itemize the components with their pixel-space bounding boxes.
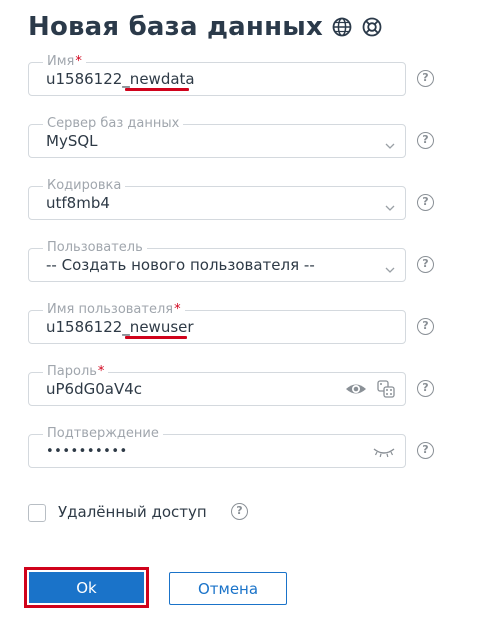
user-label: Пользователь <box>43 240 147 256</box>
user-help-icon[interactable]: ? <box>417 256 434 273</box>
db-server-value: MySQL <box>46 132 98 150</box>
password-value: uP6dG0aV4c <box>46 380 143 398</box>
username-value: u1586122_newuser <box>46 318 194 336</box>
db-name-value: u1586122_newdata <box>46 70 195 88</box>
db-name-input[interactable]: Имя* u1586122_newdata <box>28 54 406 96</box>
dice-generate-icon[interactable] <box>377 380 395 398</box>
encoding-value: utf8mb4 <box>46 194 110 212</box>
page-title: Новая база данных <box>28 12 323 42</box>
db-server-label: Сервер баз данных <box>43 116 184 132</box>
user-select[interactable]: Пользователь -- Создать нового пользоват… <box>28 240 406 282</box>
confirm-password-input[interactable]: Подтверждение •••••••••• <box>28 426 406 468</box>
password-label: Пароль* <box>43 364 109 380</box>
password-input[interactable]: Пароль* uP6dG0aV4c <box>28 364 406 406</box>
username-label: Имя пользователя* <box>43 302 185 318</box>
encoding-select[interactable]: Кодировка utf8mb4 <box>28 178 406 220</box>
password-help-icon[interactable]: ? <box>417 380 434 397</box>
cancel-button[interactable]: Отмена <box>169 572 287 605</box>
eye-closed-icon[interactable] <box>373 444 395 458</box>
chevron-down-icon <box>385 136 395 149</box>
remote-access-label[interactable]: Удалённый доступ <box>58 503 207 521</box>
db-name-help-icon[interactable]: ? <box>417 70 434 87</box>
remote-access-help-icon[interactable]: ? <box>231 503 248 520</box>
eye-icon[interactable] <box>345 381 367 397</box>
confirm-label: Подтверждение <box>43 426 163 442</box>
ok-button[interactable]: Ok <box>29 572 144 603</box>
db-name-label: Имя* <box>43 54 86 70</box>
confirm-help-icon[interactable]: ? <box>417 442 434 459</box>
username-help-icon[interactable]: ? <box>417 318 434 335</box>
db-server-select[interactable]: Сервер баз данных MySQL <box>28 116 406 158</box>
confirm-value: •••••••••• <box>46 444 128 459</box>
db-name-highlight <box>125 88 189 91</box>
page-header: Новая база данных <box>28 10 383 44</box>
globe-icon[interactable] <box>331 16 353 38</box>
username-input[interactable]: Имя пользователя* u1586122_newuser <box>28 302 406 344</box>
user-value: -- Создать нового пользователя -- <box>46 256 315 274</box>
chevron-down-icon <box>385 198 395 211</box>
chevron-down-icon <box>385 260 395 273</box>
remote-access-checkbox[interactable] <box>28 504 46 522</box>
username-highlight <box>125 336 187 339</box>
encoding-label: Кодировка <box>43 178 126 194</box>
encoding-help-icon[interactable]: ? <box>417 194 434 211</box>
db-server-help-icon[interactable]: ? <box>417 132 434 149</box>
lifebuoy-icon[interactable] <box>361 16 383 38</box>
